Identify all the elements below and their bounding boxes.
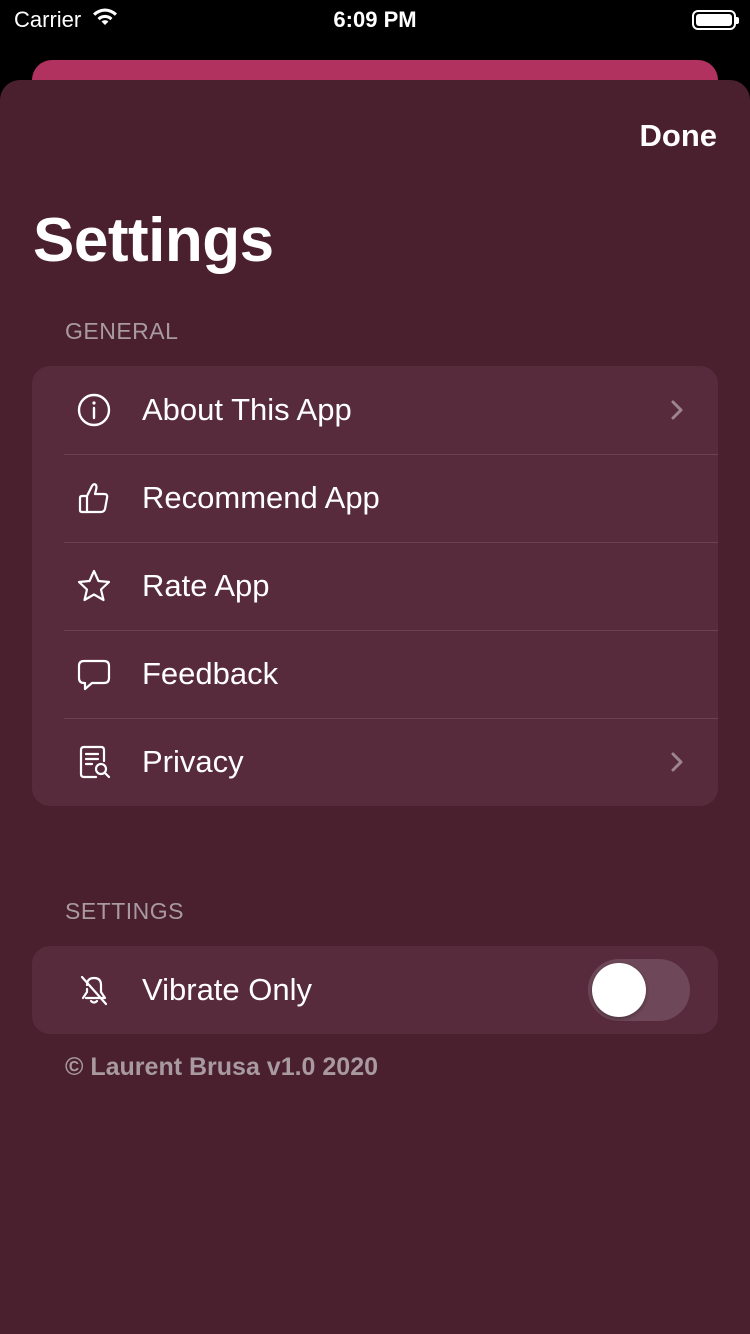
info-circle-icon [76, 392, 112, 428]
star-icon [76, 568, 112, 604]
chevron-right-icon [671, 400, 683, 420]
rate-app-label: Rate App [142, 568, 270, 603]
rate-app-row[interactable]: Rate App [32, 542, 718, 630]
recommend-app-label: Recommend App [142, 480, 380, 515]
battery-fill [696, 14, 732, 26]
chevron-right-icon [671, 752, 683, 772]
general-section-header: GENERAL [65, 318, 179, 344]
about-app-label: About This App [142, 392, 352, 427]
about-app-row[interactable]: About This App [32, 366, 718, 454]
bell-slash-icon [76, 972, 112, 1008]
document-search-icon [76, 744, 112, 780]
toggle-knob [592, 963, 646, 1017]
carrier-label: Carrier [14, 7, 82, 32]
page-title: Settings [33, 206, 274, 275]
done-button[interactable]: Done [640, 118, 718, 154]
feedback-label: Feedback [142, 656, 279, 691]
feedback-row[interactable]: Feedback [32, 630, 718, 718]
vibrate-only-row: Vibrate Only [32, 946, 718, 1034]
privacy-label: Privacy [142, 744, 244, 779]
settings-section-header: SETTINGS [65, 898, 185, 924]
thumbs-up-icon [76, 480, 112, 516]
battery-icon [692, 10, 739, 30]
vibrate-only-label: Vibrate Only [142, 972, 313, 1007]
settings-group: Vibrate Only [32, 946, 718, 1034]
status-bar: Carrier 6:09 PM [0, 0, 750, 40]
wifi-icon [91, 6, 119, 34]
speech-bubble-icon [76, 656, 112, 692]
vibrate-only-toggle[interactable] [588, 959, 690, 1021]
status-left: Carrier [14, 6, 119, 34]
general-group: About This App Recommend App Rate App Fe… [32, 366, 718, 806]
privacy-row[interactable]: Privacy [32, 718, 718, 806]
recommend-app-row[interactable]: Recommend App [32, 454, 718, 542]
copyright-footer: © Laurent Brusa v1.0 2020 [65, 1053, 379, 1081]
settings-sheet: Done Settings GENERAL About This App Rec… [0, 80, 750, 1334]
